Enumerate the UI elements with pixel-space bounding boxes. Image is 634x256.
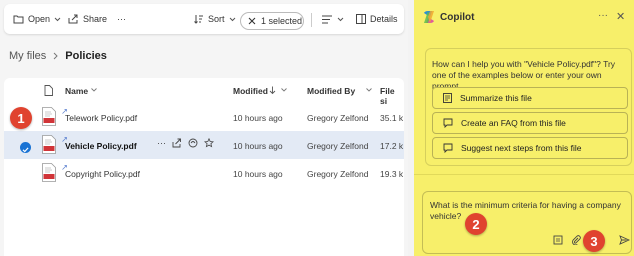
share-icon[interactable] — [172, 138, 182, 148]
file-modified: 10 hours ago — [233, 141, 283, 151]
copilot-header: Copilot ··· ✕ — [414, 0, 634, 34]
command-bar: Open Share ··· Sort 1 selected Details — [4, 4, 404, 34]
file-name[interactable]: Vehicle Policy.pdf — [65, 141, 137, 151]
table-row[interactable]: Copyright Policy.pdf 10 hours ago Gregor… — [4, 159, 404, 187]
view-options-button[interactable] — [322, 4, 344, 34]
suggestion-label: Summarize this file — [460, 93, 532, 103]
file-list: Name Modified Modified By File si Telewo… — [4, 78, 404, 256]
step-badge-1: 1 — [10, 107, 32, 129]
step-badge-2: 2 — [465, 213, 487, 235]
sort-label: Sort — [208, 14, 225, 24]
breadcrumb-my-files[interactable]: My files — [9, 50, 46, 62]
copilot-icon[interactable] — [188, 138, 198, 148]
attach-paperclip-icon[interactable] — [571, 235, 581, 245]
info-details-icon — [356, 14, 366, 24]
copilot-close-icon[interactable]: ✕ — [616, 10, 625, 23]
suggestion-summarize-button[interactable]: Summarize this file — [432, 87, 628, 109]
pdf-file-icon — [42, 163, 56, 182]
step-badge-3: 3 — [583, 230, 605, 252]
suggestion-label: Create an FAQ from this file — [461, 118, 566, 128]
file-size: 35.1 k — [380, 113, 404, 123]
selection-pill[interactable]: 1 selected — [240, 12, 304, 30]
chevron-right-icon — [53, 52, 58, 60]
details-button[interactable]: Details — [356, 4, 398, 34]
column-header-modified-by[interactable]: Modified By — [307, 86, 355, 96]
chevron-down-icon — [281, 88, 287, 92]
clear-selection-icon[interactable] — [248, 17, 256, 25]
more-options-icon: ··· — [117, 14, 126, 24]
file-name[interactable]: Telework Policy.pdf — [65, 113, 137, 123]
star-icon[interactable] — [204, 138, 214, 148]
file-modified: 10 hours ago — [233, 169, 283, 179]
open-label: Open — [28, 14, 51, 24]
share-button[interactable]: Share — [68, 4, 107, 34]
pdf-file-icon — [42, 135, 56, 154]
toolbar-divider — [311, 13, 312, 27]
folder-open-icon — [13, 15, 24, 24]
suggestion-faq-button[interactable]: Create an FAQ from this file — [432, 112, 628, 134]
copilot-title: Copilot — [440, 12, 475, 23]
column-header-name[interactable]: Name — [65, 86, 88, 96]
file-name[interactable]: Copyright Policy.pdf — [65, 169, 140, 179]
open-button[interactable]: Open — [13, 4, 61, 34]
column-header-modified[interactable]: Modified — [233, 86, 268, 96]
copilot-more-options-icon[interactable]: ··· — [598, 10, 608, 21]
prompt-library-icon[interactable] — [553, 235, 563, 245]
copilot-suggestions-card: How can I help you with "Vehicle Policy.… — [425, 48, 632, 166]
file-type-icon — [44, 85, 53, 96]
sort-icon — [194, 15, 203, 24]
chevron-down-icon — [54, 17, 61, 21]
table-row[interactable]: Telework Policy.pdf 10 hours ago Gregory… — [4, 103, 404, 131]
sort-descending-icon — [269, 86, 276, 95]
row-selected-checkmark-icon[interactable] — [20, 142, 31, 153]
send-icon[interactable] — [619, 235, 630, 245]
chevron-down-icon — [91, 88, 97, 92]
file-modified-by: Gregory Zelfond — [307, 169, 369, 179]
copilot-prompt-text[interactable]: What is the minimum criteria for having … — [430, 200, 625, 222]
share-icon — [68, 14, 78, 24]
file-size: 17.2 k — [380, 141, 404, 151]
file-modified-by: Gregory Zelfond — [307, 113, 369, 123]
copilot-divider — [414, 174, 634, 175]
faq-chat-icon — [443, 118, 453, 128]
breadcrumb-current-folder: Policies — [65, 50, 107, 62]
chevron-down-icon — [229, 17, 235, 21]
row-actions: ··· — [157, 138, 214, 148]
file-size: 19.3 k — [380, 169, 404, 179]
suggestion-label: Suggest next steps from this file — [461, 143, 582, 153]
share-label: Share — [83, 14, 108, 24]
copilot-pane: Copilot ··· ✕ How can I help you with "V… — [414, 0, 634, 256]
sort-button[interactable]: Sort — [194, 4, 236, 34]
chevron-down-icon — [337, 17, 344, 21]
more-options-button[interactable]: ··· — [117, 4, 126, 34]
breadcrumb: My files Policies — [9, 50, 107, 62]
selected-count: 1 selected — [261, 16, 303, 26]
pdf-file-icon — [42, 107, 56, 126]
view-list-icon — [322, 15, 332, 23]
details-label: Details — [370, 14, 398, 24]
chevron-down-icon — [366, 88, 372, 92]
summary-icon — [443, 93, 452, 103]
table-row-selected[interactable]: Vehicle Policy.pdf ··· 10 hours ago Greg… — [4, 131, 404, 159]
file-modified-by: Gregory Zelfond — [307, 141, 369, 151]
next-steps-icon — [443, 143, 453, 153]
suggestion-next-steps-button[interactable]: Suggest next steps from this file — [432, 137, 628, 159]
copilot-logo-icon — [424, 11, 434, 23]
row-more-icon[interactable]: ··· — [157, 138, 166, 148]
file-browser: Open Share ··· Sort 1 selected Details M… — [0, 0, 408, 256]
file-list-header: Name Modified Modified By File si — [4, 78, 404, 106]
file-modified: 10 hours ago — [233, 113, 283, 123]
